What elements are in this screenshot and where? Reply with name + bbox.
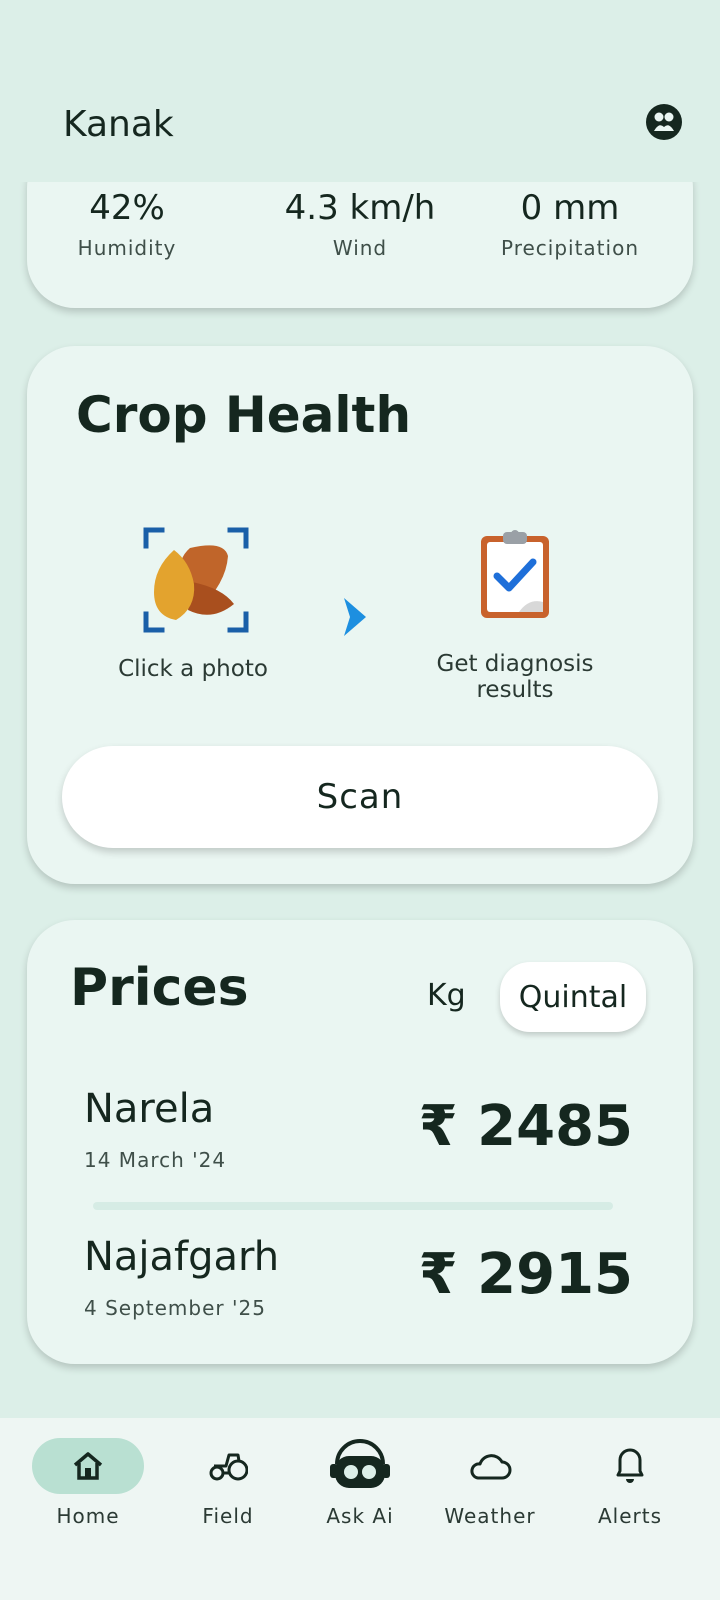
step1-label: Click a photo <box>118 656 268 682</box>
prices-card: Prices Kg Quintal Narela 14 March '24 ₹ … <box>27 920 693 1364</box>
profile-button[interactable] <box>646 104 682 140</box>
humidity-value: 42% <box>89 188 165 228</box>
bottom-nav: Home Field Ask Ai Weather Alerts <box>0 1418 720 1600</box>
crop-health-title: Crop Health <box>76 386 412 444</box>
nav-label: Alerts <box>597 1504 663 1528</box>
unit-quintal-toggle[interactable]: Quintal <box>500 962 646 1032</box>
wind-stat: 4.3 km/h Wind <box>260 188 460 260</box>
nav-home[interactable]: Home <box>18 1438 158 1528</box>
crop-health-card: Crop Health Click a photo Get diagnosis … <box>27 346 693 884</box>
nav-weather[interactable]: Weather <box>420 1438 560 1528</box>
tractor-icon <box>209 1453 248 1481</box>
nav-label: Home <box>56 1504 120 1528</box>
nav-alerts[interactable]: Alerts <box>560 1438 700 1528</box>
precipitation-value: 0 mm <box>520 188 620 228</box>
app-header: Kanak <box>0 0 720 182</box>
unit-kg-toggle[interactable]: Kg <box>427 978 466 1013</box>
market-name: Najafgarh <box>84 1234 280 1280</box>
precipitation-stat: 0 mm Precipitation <box>470 188 670 260</box>
humidity-stat: 42% Humidity <box>27 188 227 260</box>
nav-label: Field <box>202 1504 254 1528</box>
app-title: Kanak <box>63 104 174 145</box>
divider <box>93 1202 613 1210</box>
cloud-icon <box>470 1454 512 1480</box>
clipboard-check-icon <box>481 530 549 618</box>
robot-icon <box>330 1439 390 1488</box>
photo-leaf-icon <box>143 527 249 633</box>
market-date: 14 March '24 <box>84 1148 227 1172</box>
prices-title: Prices <box>70 958 249 1018</box>
scan-button[interactable]: Scan <box>62 746 658 848</box>
step2-label: Get diagnosis results <box>436 651 594 703</box>
wind-value: 4.3 km/h <box>284 188 436 228</box>
nav-field[interactable]: Field <box>158 1438 298 1528</box>
precipitation-label: Precipitation <box>500 236 639 260</box>
account-icon <box>647 105 681 139</box>
market-price: ₹ 2915 <box>418 1242 633 1307</box>
nav-label: Weather <box>444 1504 536 1528</box>
humidity-label: Humidity <box>77 236 177 260</box>
market-price: ₹ 2485 <box>418 1094 633 1159</box>
nav-ask-ai[interactable]: Ask Ai <box>290 1438 430 1528</box>
market-name: Narela <box>84 1086 215 1132</box>
wind-label: Wind <box>332 236 388 260</box>
market-date: 4 September '25 <box>84 1296 266 1320</box>
bell-icon <box>616 1448 644 1483</box>
nav-label: Ask Ai <box>326 1504 394 1528</box>
home-icon <box>73 1452 103 1480</box>
chevron-right-icon <box>344 598 366 636</box>
